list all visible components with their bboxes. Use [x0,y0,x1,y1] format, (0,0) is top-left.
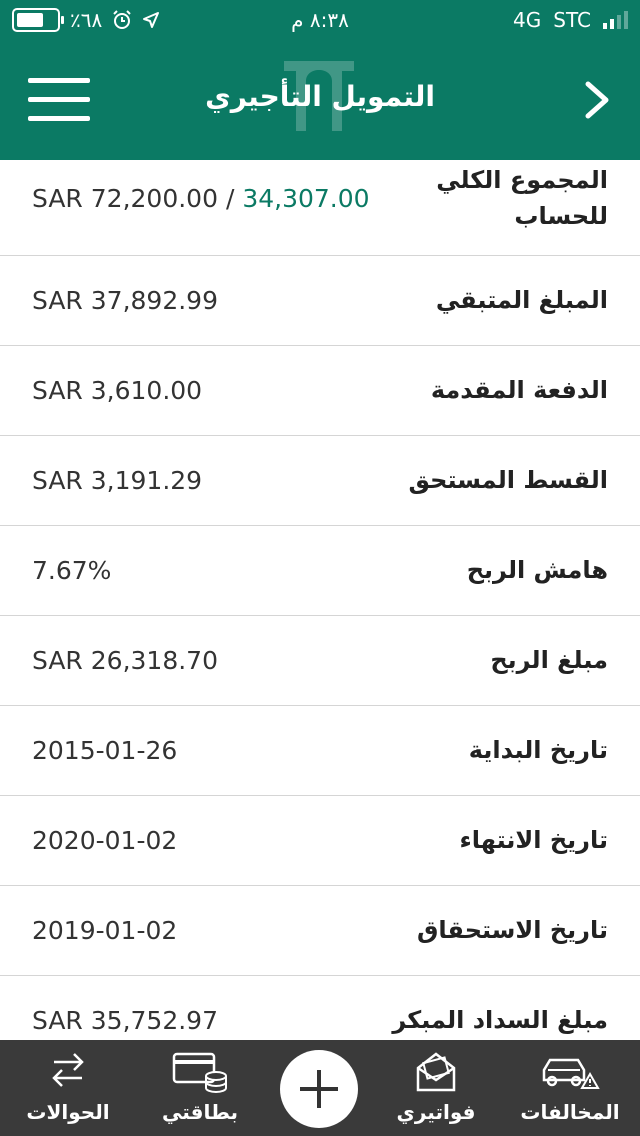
app-header: ٪٦٨ ٨:٣٨ م 4G STC التمويل التأجيري [0,0,640,160]
carrier-name: STC [553,8,591,32]
detail-value: SAR 3,191.29 [32,466,203,495]
detail-value: 7.67% [32,556,112,585]
detail-label: مبلغ السداد المبكر [392,1006,608,1034]
detail-label: مبلغ الربح [490,646,608,674]
detail-label: المبلغ المتبقي [435,286,608,314]
bills-envelope-icon [416,1052,456,1092]
total-amount: SAR 72,200.00 [32,184,218,213]
car-warning-icon [542,1058,600,1089]
detail-value: SAR 37,892.99 [32,286,218,315]
tab-label: المخالفات [520,1100,620,1124]
detail-row: الدفعة المقدمة SAR 3,610.00 [0,346,640,436]
tab-label: الحوالات [26,1100,110,1124]
detail-value: SAR 26,318.70 [32,646,218,675]
detail-value: 2019-01-02 [32,916,178,945]
card-coins-icon [172,1052,227,1093]
detail-row: تاريخ الانتهاء 2020-01-02 [0,796,640,886]
detail-value: SAR 72,200.00 / 34,307.00 [32,184,370,213]
tab-label: بطاقتي [162,1100,238,1124]
detail-value: 2020-01-02 [32,826,178,855]
detail-label: القسط المستحق [408,466,608,494]
detail-row: مبلغ السداد المبكر SAR 35,752.97 [0,976,640,1040]
tab-violations[interactable]: المخالفات [510,1040,630,1136]
status-bar: ٪٦٨ ٨:٣٨ م 4G STC [0,0,640,40]
detail-row-total: المجموع الكلي للحساب SAR 72,200.00 / 34,… [0,160,640,256]
bottom-tab-bar: الحوالات بطاقتي فواتيري المخالفات [0,1040,640,1136]
signal-strength-icon [603,11,628,29]
detail-label: تاريخ الانتهاء [459,826,608,854]
hamburger-menu-icon[interactable] [28,78,90,122]
detail-value: 2015-01-26 [32,736,178,765]
detail-label: هامش الربح [466,556,608,584]
navigation-bar: التمويل التأجيري [0,40,640,160]
detail-value: SAR 35,752.97 [32,1006,218,1035]
transfer-arrows-icon [52,1053,84,1087]
paid-amount: 34,307.00 [242,184,370,213]
detail-row: تاريخ الاستحقاق 2019-01-02 [0,886,640,976]
lease-finance-details: المجموع الكلي للحساب SAR 72,200.00 / 34,… [0,160,640,1040]
tab-transfers[interactable]: الحوالات [8,1040,128,1136]
detail-row: المبلغ المتبقي SAR 37,892.99 [0,256,640,346]
network-type: 4G [513,8,542,32]
add-button[interactable] [280,1050,358,1128]
tab-label: فواتيري [396,1100,476,1124]
detail-label: الدفعة المقدمة [430,376,608,404]
chevron-right-icon[interactable] [582,80,612,120]
page-title: التمويل التأجيري [205,80,435,113]
tab-my-bills[interactable]: فواتيري [376,1040,496,1136]
detail-row: هامش الربح 7.67% [0,526,640,616]
tab-my-cards[interactable]: بطاقتي [140,1040,260,1136]
detail-row: القسط المستحق SAR 3,191.29 [0,436,640,526]
detail-value: SAR 3,610.00 [32,376,203,405]
detail-row: مبلغ الربح SAR 26,318.70 [0,616,640,706]
detail-label: تاريخ البداية [468,736,608,764]
detail-label: المجموع الكلي للحساب [436,166,608,230]
detail-row: تاريخ البداية 2015-01-26 [0,706,640,796]
detail-label: تاريخ الاستحقاق [416,916,608,944]
